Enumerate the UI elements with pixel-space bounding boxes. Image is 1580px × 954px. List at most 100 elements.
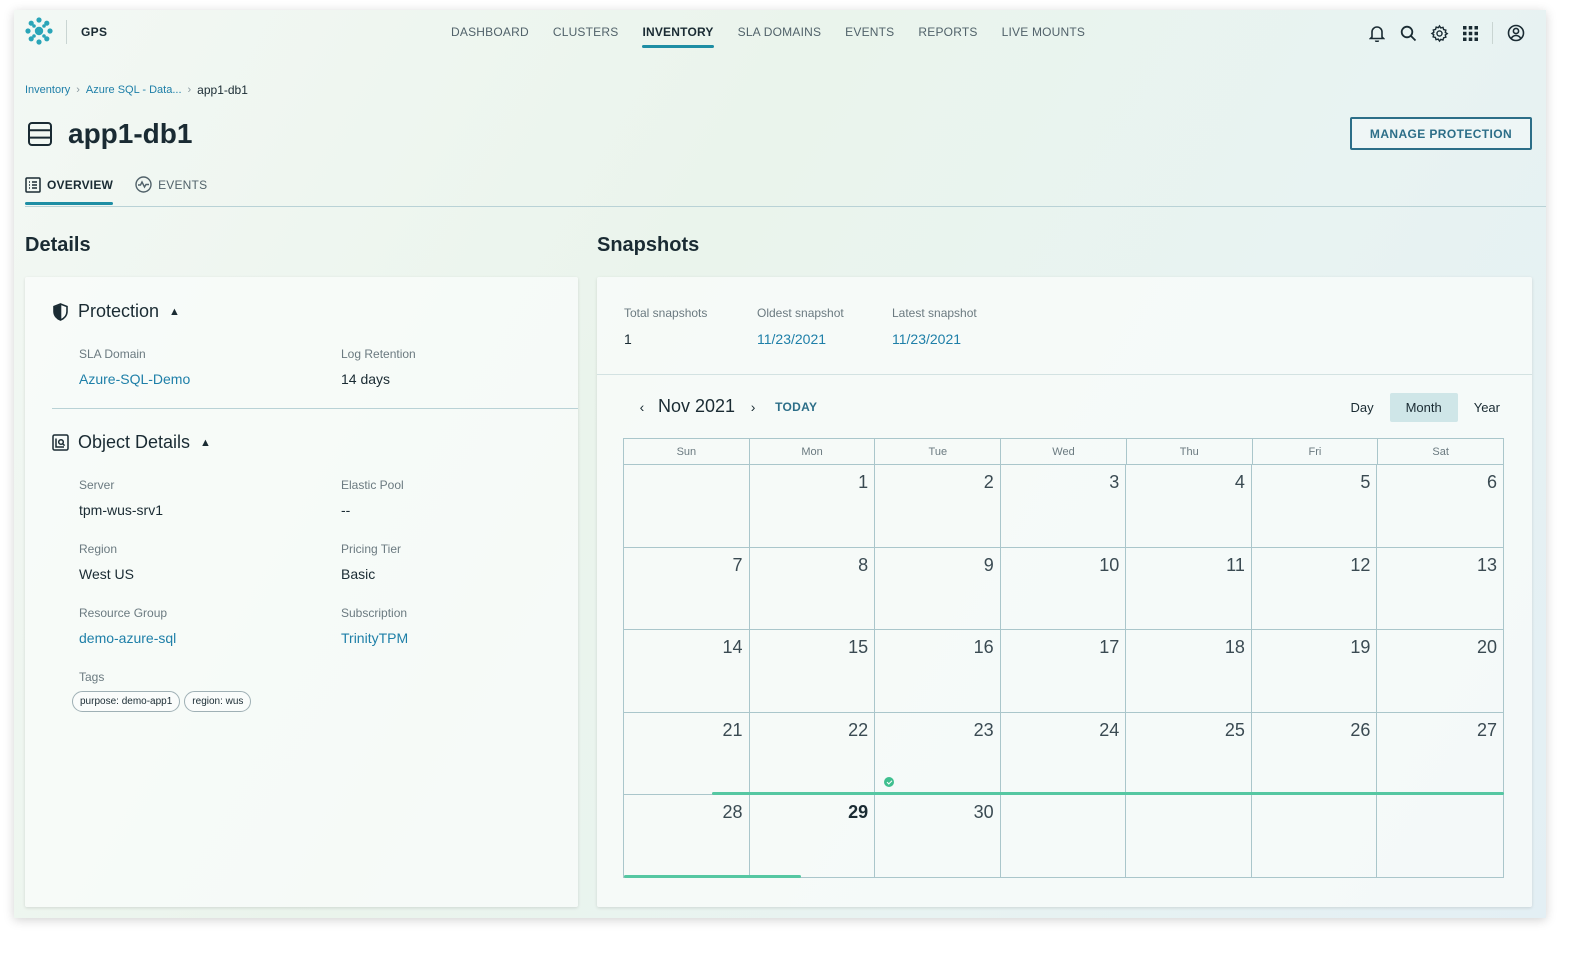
calendar-day-number: 27 xyxy=(1476,719,1497,740)
calendar-day-cell[interactable]: 30 xyxy=(875,795,1001,878)
calendar-day-cell[interactable]: 17 xyxy=(1000,630,1127,713)
calendar-day-cell[interactable]: 25 xyxy=(1126,712,1252,796)
calendar-day-number: 25 xyxy=(1224,719,1245,740)
app-window: GPS DASHBOARD CLUSTERS INVENTORY SLA DOM… xyxy=(14,10,1546,918)
calendar-day-cell[interactable]: 20 xyxy=(1377,630,1503,713)
calendar-day-cell[interactable]: 18 xyxy=(1126,630,1252,713)
subscription-field: Subscription TrinityTPM xyxy=(341,606,408,646)
calendar-view-toggle: Day Month Year xyxy=(1334,393,1516,422)
app-grid-icon[interactable] xyxy=(1460,23,1480,43)
sla-domain-label: SLA Domain xyxy=(79,347,146,361)
calendar-day-cell[interactable]: 1 xyxy=(749,465,876,548)
weekday-label: Mon xyxy=(750,439,876,464)
calendar-day-cell[interactable]: 8 xyxy=(749,547,876,631)
subscription-label: Subscription xyxy=(341,606,408,620)
breadcrumb-chevron-icon: › xyxy=(76,84,80,96)
calendar-day-cell[interactable]: 6 xyxy=(1377,465,1503,548)
nav-events[interactable]: EVENTS xyxy=(833,10,906,54)
calendar-day-cell[interactable]: 4 xyxy=(1126,465,1252,548)
chevron-right-icon[interactable]: › xyxy=(745,399,761,415)
calendar-empty-cell xyxy=(1001,795,1127,878)
calendar-day-number: 23 xyxy=(973,719,994,740)
weekday-label: Wed xyxy=(1001,439,1127,464)
snapshot-retention-bar xyxy=(624,875,802,878)
nav-clusters[interactable]: CLUSTERS xyxy=(541,10,631,54)
calendar-day-cell[interactable]: 24 xyxy=(1000,712,1127,796)
calendar-day-cell[interactable]: 11 xyxy=(1126,547,1252,631)
latest-snapshot-link[interactable]: 11/23/2021 xyxy=(892,331,977,347)
calendar-day-cell[interactable]: 29 xyxy=(750,795,876,878)
calendar-day-cell[interactable]: 7 xyxy=(624,547,750,631)
oldest-snapshot-stat: Oldest snapshot 11/23/2021 xyxy=(757,306,844,347)
breadcrumb-azure-sql[interactable]: Azure SQL - Data... xyxy=(86,84,182,96)
calendar-day-number: 18 xyxy=(1224,637,1245,658)
breadcrumb-chevron-icon: › xyxy=(187,84,192,96)
view-year-button[interactable]: Year xyxy=(1458,393,1516,422)
bell-icon[interactable] xyxy=(1367,23,1387,43)
calendar-empty-cell xyxy=(1377,795,1503,878)
brand-logo-icon[interactable] xyxy=(24,16,54,46)
calendar-day-number: 9 xyxy=(983,554,994,575)
calendar-day-number: 10 xyxy=(1099,554,1120,575)
resource-group-link[interactable]: demo-azure-sql xyxy=(79,630,176,646)
page-tabs: OVERVIEW EVENTS xyxy=(25,176,229,205)
snapshot-calendar: Sun Mon Tue Wed Thu Fri Sat 1 2 3 4 5 6 7 8 9 10 1… xyxy=(623,438,1504,878)
nav-live-mounts[interactable]: LIVE MOUNTS xyxy=(990,10,1098,54)
elastic-pool-label: Elastic Pool xyxy=(341,478,404,492)
today-button[interactable]: TODAY xyxy=(775,400,817,414)
view-day-button[interactable]: Day xyxy=(1334,393,1389,422)
nav-reports[interactable]: REPORTS xyxy=(906,10,989,54)
object-details-header[interactable]: Object Details ▲ xyxy=(52,432,211,453)
tabs-divider xyxy=(25,206,1546,207)
pricing-tier-field: Pricing Tier Basic xyxy=(341,542,401,582)
calendar-day-cell[interactable]: 3 xyxy=(1000,465,1127,548)
calendar-day-cell[interactable]: 28 xyxy=(624,795,750,878)
protection-header[interactable]: Protection ▲ xyxy=(52,301,180,322)
calendar-day-number: 26 xyxy=(1350,719,1371,740)
subscription-link[interactable]: TrinityTPM xyxy=(341,630,408,646)
object-details-icon xyxy=(52,434,69,451)
tab-overview[interactable]: OVERVIEW xyxy=(25,176,114,205)
calendar-day-cell[interactable]: 22 xyxy=(749,712,876,796)
object-details-heading: Object Details xyxy=(78,432,191,452)
nav-dashboard[interactable]: DASHBOARD xyxy=(439,10,541,54)
calendar-day-number: 6 xyxy=(1486,472,1497,492)
chevron-left-icon[interactable]: ‹ xyxy=(634,399,650,415)
log-retention-label: Log Retention xyxy=(341,347,416,361)
calendar-day-cell[interactable]: 26 xyxy=(1251,712,1378,796)
weekday-label: Fri xyxy=(1253,439,1379,464)
nav-sla-domains[interactable]: SLA DOMAINS xyxy=(726,10,834,54)
view-month-button[interactable]: Month xyxy=(1389,393,1458,422)
calendar-day-cell[interactable]: 5 xyxy=(1251,465,1378,548)
sla-domain-link[interactable]: Azure-SQL-Demo xyxy=(79,371,190,387)
calendar-day-cell[interactable]: 19 xyxy=(1251,630,1378,713)
calendar-day-cell[interactable]: 14 xyxy=(624,630,750,713)
calendar-day-cell[interactable]: 23 xyxy=(875,712,1001,796)
calendar-day-cell[interactable]: 21 xyxy=(624,712,750,796)
search-icon[interactable] xyxy=(1398,23,1418,43)
nav-inventory[interactable]: INVENTORY xyxy=(630,10,725,54)
tag-chip: region: wus xyxy=(184,691,252,712)
calendar-empty-cell xyxy=(624,465,750,548)
calendar-day-cell[interactable]: 10 xyxy=(1000,547,1127,631)
user-avatar-icon[interactable] xyxy=(1506,23,1526,43)
calendar-day-cell[interactable]: 15 xyxy=(749,630,876,713)
calendar-day-cell[interactable]: 2 xyxy=(875,465,1001,548)
nav-icon-divider xyxy=(1492,22,1493,44)
tab-events[interactable]: EVENTS xyxy=(135,176,207,203)
gear-icon[interactable] xyxy=(1429,23,1449,43)
oldest-snapshot-link[interactable]: 11/23/2021 xyxy=(757,331,844,347)
calendar-day-number: 19 xyxy=(1350,637,1371,658)
snapshot-check-icon[interactable] xyxy=(884,777,895,788)
pricing-tier-label: Pricing Tier xyxy=(341,542,402,556)
calendar-day-cell[interactable]: 9 xyxy=(875,547,1001,631)
calendar-day-cell[interactable]: 13 xyxy=(1377,548,1503,631)
calendar-day-cell[interactable]: 27 xyxy=(1377,713,1503,796)
calendar-month-label: Nov 2021 xyxy=(658,396,736,416)
calendar-day-cell[interactable]: 12 xyxy=(1251,547,1378,631)
tab-events-label: EVENTS xyxy=(158,177,208,192)
breadcrumb-inventory[interactable]: Inventory xyxy=(25,84,70,96)
manage-protection-button[interactable]: MANAGE PROTECTION xyxy=(1350,117,1532,150)
calendar-day-cell[interactable]: 16 xyxy=(875,630,1001,713)
log-retention-value: 14 days xyxy=(341,371,391,387)
